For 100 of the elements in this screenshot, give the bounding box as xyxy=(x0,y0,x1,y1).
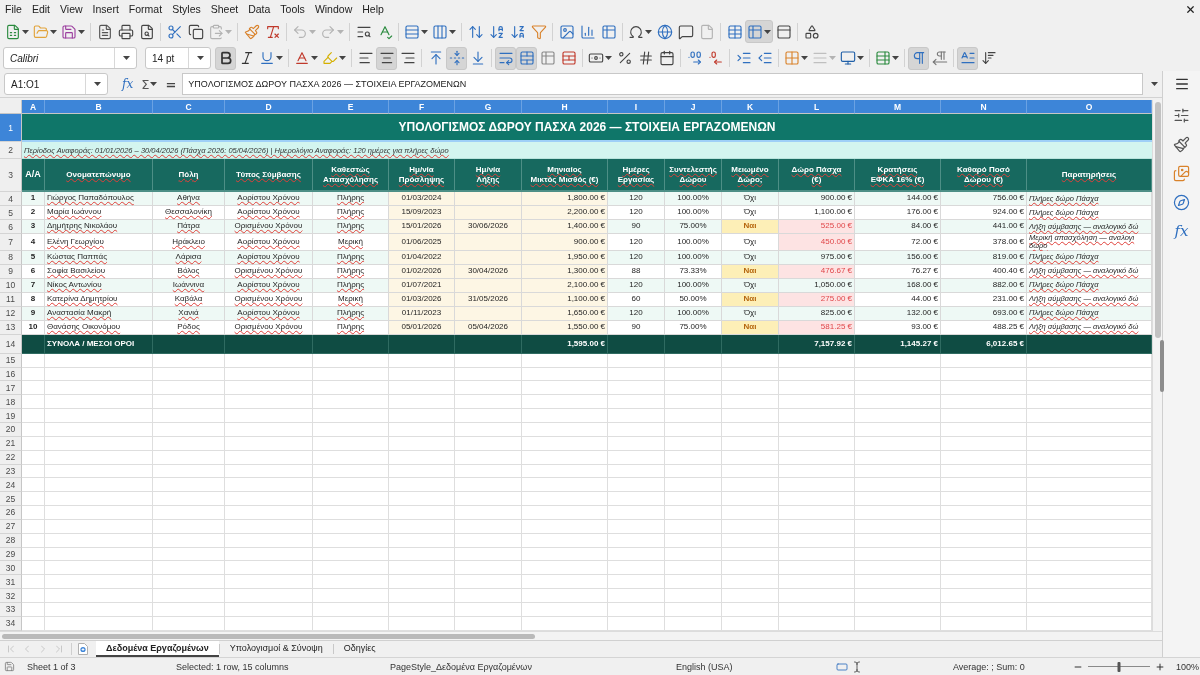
column-letter[interactable]: H xyxy=(522,100,608,114)
font-size-field[interactable]: 14 pt xyxy=(145,47,211,69)
bold-button[interactable] xyxy=(215,46,236,70)
delete-decimal-icon xyxy=(707,50,724,66)
row-number[interactable]: 17 xyxy=(0,381,22,396)
column-letter[interactable]: B xyxy=(45,100,153,114)
formula-input[interactable]: ΥΠΟΛΟΓΙΣΜΟΣ ΔΩΡΟΥ ΠΑΣΧΑ 2026 — ΣΤΟΙΧΕΙΑ ΕΡΓΑΖΟΜΕΝΩΝ xyxy=(182,73,1143,95)
scrollbar-thumb[interactable] xyxy=(1154,102,1161,338)
align-middle-button[interactable] xyxy=(446,46,467,70)
zoom-reading: 100% xyxy=(1176,661,1200,672)
row-number[interactable]: 32 xyxy=(0,589,22,603)
rows-icon xyxy=(404,23,420,40)
row-number[interactable]: 6 xyxy=(0,220,22,234)
row-number[interactable]: 26 xyxy=(0,506,22,520)
row-number[interactable]: 31 xyxy=(0,575,22,590)
row-number[interactable]: 18 xyxy=(0,395,22,410)
row-number[interactable]: 5 xyxy=(0,206,22,220)
column-letter[interactable]: O xyxy=(1027,100,1152,114)
column-letter[interactable]: J xyxy=(665,100,722,114)
row-number[interactable]: 24 xyxy=(0,478,22,493)
table-cell: 756.00 € xyxy=(941,192,1027,206)
menu-item[interactable]: Data xyxy=(243,2,276,16)
table-cell: 100.00% xyxy=(665,206,722,220)
table-cell: Όχι xyxy=(722,206,779,220)
zoom-slider-thumb[interactable] xyxy=(1117,661,1121,672)
shapes-icon xyxy=(803,23,820,40)
merge-center-button[interactable] xyxy=(516,46,537,70)
menu-item[interactable]: Edit xyxy=(26,2,55,16)
column-letter[interactable]: I xyxy=(608,100,665,114)
row-number[interactable]: 2 xyxy=(0,142,22,159)
insert-sheet-button[interactable] xyxy=(78,641,88,657)
menu-item[interactable]: File xyxy=(0,2,27,16)
table-cell: Αορίστου Χρόνου xyxy=(225,192,313,206)
wrap-text-button[interactable] xyxy=(495,46,516,70)
menu-item[interactable]: Help xyxy=(357,2,389,16)
column-letter[interactable]: N xyxy=(941,100,1027,114)
row-number[interactable]: 19 xyxy=(0,409,22,423)
menu-item[interactable]: Styles xyxy=(167,2,206,16)
plus-icon xyxy=(1155,661,1165,672)
table-cell: 1,800.00 € xyxy=(522,192,608,206)
sheet-tab[interactable]: Δεδομένα Εργαζομένων xyxy=(96,641,219,657)
scrollbar-thumb[interactable] xyxy=(2,633,535,639)
table-cell: Αορίστου Χρόνου xyxy=(225,234,313,251)
caret-icon xyxy=(337,29,344,34)
sheet-tab[interactable]: Οδηγίες xyxy=(333,641,386,657)
row-number[interactable]: 3 xyxy=(0,159,22,192)
row-number[interactable]: 4 xyxy=(0,192,22,206)
freeze-panes-button[interactable] xyxy=(745,20,773,43)
caret-icon xyxy=(311,56,318,60)
font-name-field[interactable]: Calibri xyxy=(3,47,137,69)
menu-item[interactable]: Sheet xyxy=(205,2,244,16)
text-left-to-right-button[interactable] xyxy=(957,46,978,70)
menu-item[interactable]: Tools xyxy=(275,2,310,16)
table-cell: Πάτρα xyxy=(153,220,225,234)
vertical-text-icon xyxy=(980,50,997,66)
column-letter[interactable]: C xyxy=(153,100,225,114)
table-cell: 72.00 € xyxy=(855,234,941,251)
omega-icon xyxy=(628,23,644,40)
left-to-right-button[interactable] xyxy=(908,46,929,70)
images-icon xyxy=(1173,164,1190,182)
paintbrush-icon xyxy=(243,23,260,40)
sidebar-handle[interactable] xyxy=(1160,340,1164,392)
caret-icon xyxy=(829,56,836,60)
align-center-button[interactable] xyxy=(376,46,397,70)
columns-icon xyxy=(432,23,448,40)
function-wizard-button[interactable]: fx xyxy=(119,77,137,91)
table-cell: 2 xyxy=(22,206,45,220)
horizontal-scrollbar[interactable] xyxy=(0,631,1162,640)
menu-item[interactable]: Format xyxy=(123,2,168,16)
column-letter[interactable]: K xyxy=(722,100,779,114)
row-number[interactable]: 7 xyxy=(0,234,22,251)
caret-icon xyxy=(645,29,652,34)
column-letter[interactable]: L xyxy=(779,100,855,114)
spreadsheet-file-icon xyxy=(5,23,21,40)
functions-tab[interactable]: fx xyxy=(1169,220,1194,242)
sort-icon xyxy=(467,23,484,40)
column-letter[interactable]: G xyxy=(455,100,522,114)
menu-item[interactable]: Insert xyxy=(87,2,124,16)
percent-icon xyxy=(616,50,633,66)
row-number[interactable]: 25 xyxy=(0,492,22,507)
rectangle-icon xyxy=(836,660,848,673)
table-cell: 84.00 € xyxy=(855,220,941,234)
column-letter[interactable]: A xyxy=(22,100,45,114)
sum-button[interactable]: Σ xyxy=(139,76,160,92)
menu-item[interactable]: Window xyxy=(309,2,358,16)
row-number[interactable]: 1 xyxy=(0,114,22,142)
row-number[interactable]: 30 xyxy=(0,561,22,576)
menu-item[interactable]: View xyxy=(55,2,88,16)
table-cell: 15/09/2023 xyxy=(389,206,455,220)
name-box[interactable]: A1:O1 xyxy=(4,73,108,95)
column-letter[interactable]: F xyxy=(389,100,455,114)
column-heading: Ονοματεπώνυμο xyxy=(45,159,153,192)
column-letter[interactable]: E xyxy=(313,100,389,114)
globe-icon xyxy=(656,23,673,40)
column-letter[interactable]: D xyxy=(225,100,313,114)
formula-button[interactable]: = xyxy=(162,76,180,92)
table-icon xyxy=(600,23,617,40)
column-letter[interactable]: M xyxy=(855,100,941,114)
table-cell: 90 xyxy=(608,220,665,234)
sheet-tab[interactable]: Υπολογισμοί & Σύνοψη xyxy=(219,641,333,657)
